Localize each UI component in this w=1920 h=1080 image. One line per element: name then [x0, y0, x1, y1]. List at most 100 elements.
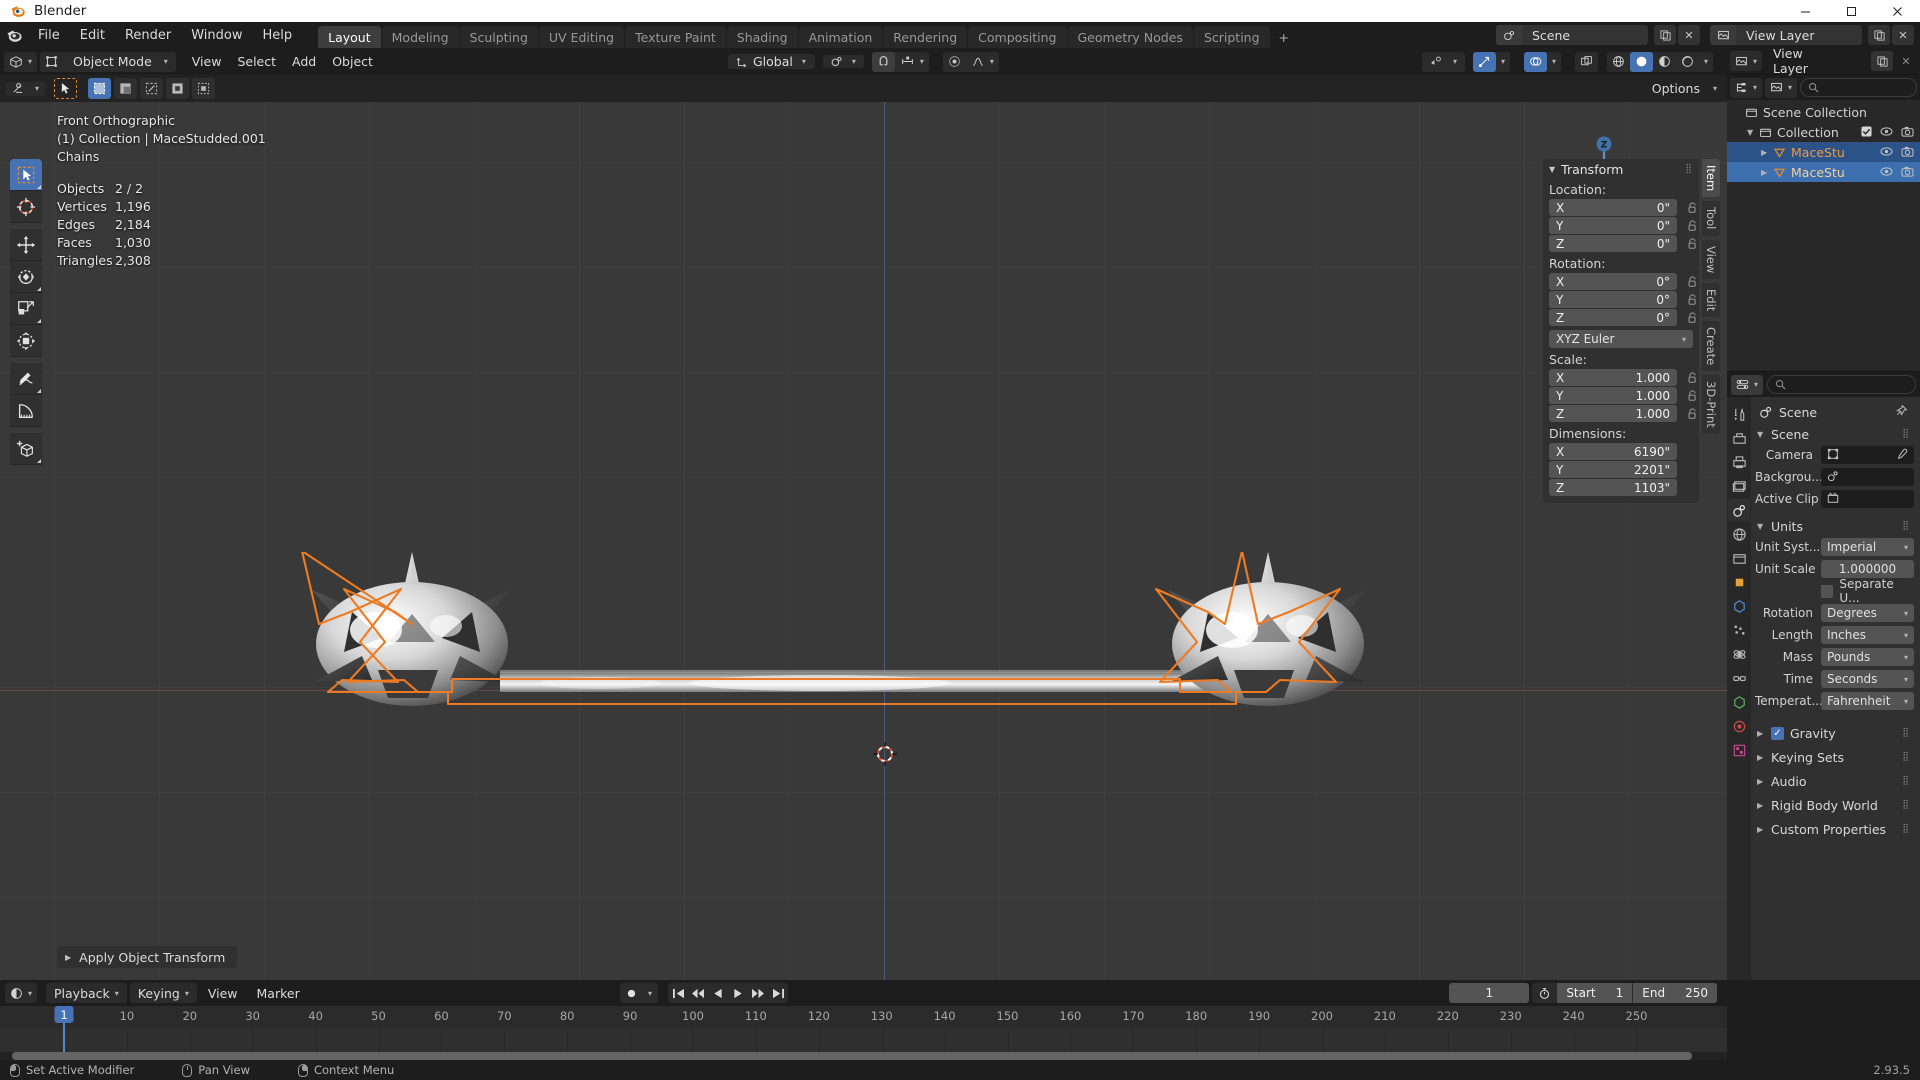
scene-section-header[interactable]: ▼ Scene ⣿ [1751, 423, 1920, 445]
mace-studded-mesh[interactable] [300, 552, 1480, 742]
tab-render[interactable] [1728, 427, 1750, 449]
number-field[interactable]: 1.000000 [1821, 560, 1914, 578]
delete-view-layer-button[interactable]: ✕ [1892, 25, 1914, 45]
new-view-layer-button[interactable] [1868, 25, 1890, 45]
pin-icon[interactable] [1895, 404, 1908, 420]
dropdown-field[interactable]: Imperial ▾ [1821, 538, 1914, 556]
gizmo-controls[interactable]: ▾ [1472, 51, 1510, 72]
section-keying-sets[interactable]: ▶ Keying Sets ⣿ [1751, 745, 1920, 769]
viewport-menu-add[interactable]: Add [284, 52, 324, 72]
playhead-indicator[interactable]: 1 [54, 1006, 74, 1023]
workspace-tab-uv-editing[interactable]: UV Editing [538, 26, 625, 48]
disclosure-triangle-icon[interactable]: ▶ [1761, 148, 1773, 157]
rotation-field-x[interactable]: X 0° [1549, 273, 1677, 290]
eye-icon[interactable] [1880, 165, 1893, 180]
outliner-row-macestu-2[interactable]: ▶ MaceStu [1727, 142, 1920, 162]
menu-window[interactable]: Window [182, 25, 251, 45]
minimize-button[interactable] [1782, 0, 1828, 22]
timeline-menu-playback[interactable]: Playback ▾ [46, 983, 127, 1003]
outliner-row-scene-collection-0[interactable]: Scene Collection [1727, 102, 1920, 122]
tool-scale-button[interactable] [10, 293, 42, 325]
scale-field-x[interactable]: X 1.000 [1549, 369, 1677, 386]
tab-data[interactable] [1728, 691, 1750, 713]
outliner-filter-collection-icon[interactable]: ▾ [1765, 77, 1798, 98]
dropdown-field[interactable]: Fahrenheit ▾ [1821, 692, 1914, 710]
sidebar-tab-edit[interactable]: Edit [1702, 282, 1720, 318]
menu-file[interactable]: File [29, 25, 69, 45]
lock-icon[interactable] [1685, 220, 1699, 232]
overlays-icon[interactable] [1523, 51, 1547, 72]
viewport-canvas[interactable]: Front Orthographic (1) Collection | Mace… [0, 102, 1727, 980]
play-reverse-button[interactable] [708, 983, 728, 1003]
outliner-row-collection-1[interactable]: ▼ Collection [1727, 122, 1920, 142]
dropdown-field[interactable]: Degrees ▾ [1821, 604, 1914, 622]
tweak-tool-icon[interactable] [54, 78, 78, 99]
sidebar-tab-create[interactable]: Create [1702, 321, 1720, 372]
sidebar-tab-tool[interactable]: Tool [1702, 201, 1720, 236]
checkbox-icon[interactable] [1861, 125, 1872, 140]
tab-output[interactable] [1728, 451, 1750, 473]
lock-icon[interactable] [1685, 312, 1699, 324]
jump-to-end-button[interactable] [768, 983, 788, 1003]
jump-to-prev-keyframe-button[interactable] [688, 983, 708, 1003]
play-button[interactable] [728, 983, 748, 1003]
timeline-editor-type-icon[interactable]: ▾ [5, 983, 38, 1003]
scene-name[interactable]: Scene [1522, 25, 1648, 45]
tab-constraints[interactable] [1728, 667, 1750, 689]
tab-modifiers[interactable] [1728, 595, 1750, 617]
menu-render[interactable]: Render [116, 25, 180, 45]
property-value-field[interactable] [1821, 490, 1914, 508]
tool-select-box-button[interactable] [10, 159, 42, 191]
scale-field-z[interactable]: Z 1.000 [1549, 405, 1677, 422]
gizmo-icon[interactable] [1472, 51, 1496, 72]
workspace-tab-compositing[interactable]: Compositing [968, 26, 1067, 48]
dropdown-field[interactable]: Pounds ▾ [1821, 648, 1914, 666]
lock-icon[interactable] [1685, 294, 1699, 306]
select-intersect-icon[interactable] [192, 78, 216, 99]
properties-editor-type-icon[interactable]: ▾ [1731, 374, 1764, 395]
viewport-menu-view[interactable]: View [184, 52, 230, 72]
tab-object[interactable] [1728, 571, 1750, 593]
checkbox-icon[interactable] [1821, 584, 1834, 598]
timeline-menu-keying[interactable]: Keying ▾ [129, 983, 197, 1003]
dimension-field-x[interactable]: X 6190" [1549, 443, 1677, 460]
location-field-z[interactable]: Z 0" [1549, 235, 1677, 252]
proportional-edit-icon[interactable] [942, 51, 966, 72]
view-layer-name[interactable]: View Layer [1736, 25, 1862, 45]
outliner-filter-icon[interactable]: ▾ [1730, 77, 1763, 98]
select-extend-icon[interactable] [114, 78, 138, 99]
timeline-track-area[interactable] [0, 1028, 1727, 1052]
rotation-field-z[interactable]: Z 0° [1549, 309, 1677, 326]
property-value-field[interactable] [1821, 446, 1914, 464]
overlay-controls[interactable]: ▾ [1523, 51, 1561, 72]
timeline-ruler[interactable]: 1 10 20 30 40 50 60 70 80 90 100 110 120 130 140 150 160… [0, 1006, 1727, 1054]
shading-modes[interactable]: ▾ [1606, 51, 1713, 72]
timeline-menu-view[interactable]: View [200, 983, 246, 1003]
proportional-editing-controls[interactable]: ▾ [942, 51, 999, 72]
viewport-menu-select[interactable]: Select [229, 52, 284, 72]
outliner-delete-button[interactable]: ✕ [1895, 51, 1917, 71]
sidebar-tab-3d-print[interactable]: 3D-Print [1702, 375, 1720, 435]
jump-to-start-button[interactable] [668, 983, 688, 1003]
select-invert-icon[interactable] [166, 78, 190, 99]
material-preview-shading-icon[interactable] [1652, 51, 1676, 72]
lock-icon[interactable] [1685, 238, 1699, 250]
tab-physics[interactable] [1728, 643, 1750, 665]
outliner-search-input[interactable] [1800, 78, 1917, 97]
tab-tool[interactable] [1728, 403, 1750, 425]
lock-icon[interactable] [1685, 276, 1699, 288]
snap-target-icon[interactable]: ▾ [894, 51, 929, 72]
tab-material[interactable] [1728, 715, 1750, 737]
panel-drag-handle[interactable]: ⣿ [1902, 800, 1910, 810]
workspace-tab-geometry-nodes[interactable]: Geometry Nodes [1067, 26, 1193, 48]
new-scene-button[interactable] [1654, 25, 1676, 45]
workspace-tab-animation[interactable]: Animation [798, 26, 883, 48]
camera-render-icon[interactable] [1901, 125, 1914, 140]
tab-collection[interactable] [1728, 547, 1750, 569]
options-menu[interactable]: Options [1644, 79, 1708, 99]
jump-to-next-keyframe-button[interactable] [748, 983, 768, 1003]
rotation-field-y[interactable]: Y 0° [1549, 291, 1677, 308]
tool-add-cube-button[interactable] [10, 433, 42, 465]
timeline-menu-marker[interactable]: Marker [249, 983, 308, 1003]
checkbox-icon[interactable]: ✓ [1771, 726, 1784, 740]
